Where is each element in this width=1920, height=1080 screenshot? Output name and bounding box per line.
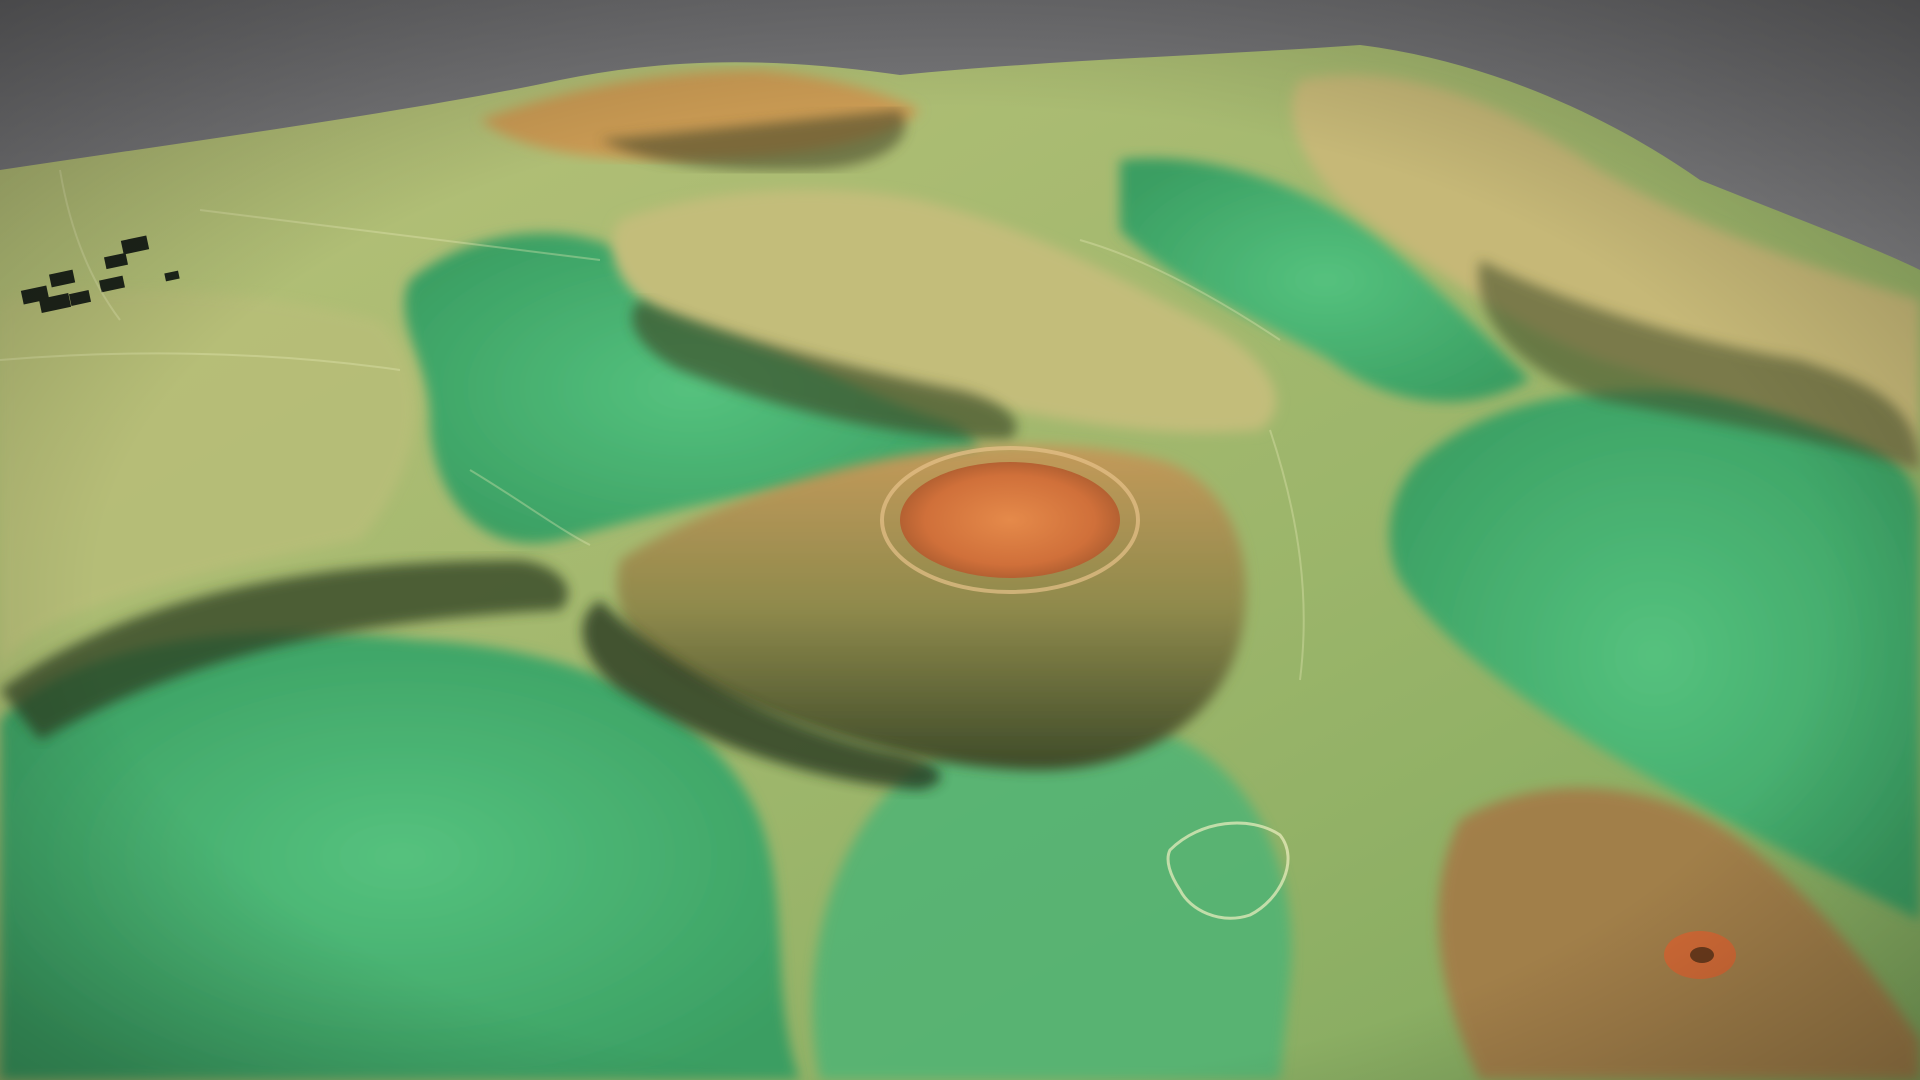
terrain-scene <box>0 0 1920 1080</box>
vignette <box>0 0 1920 1080</box>
